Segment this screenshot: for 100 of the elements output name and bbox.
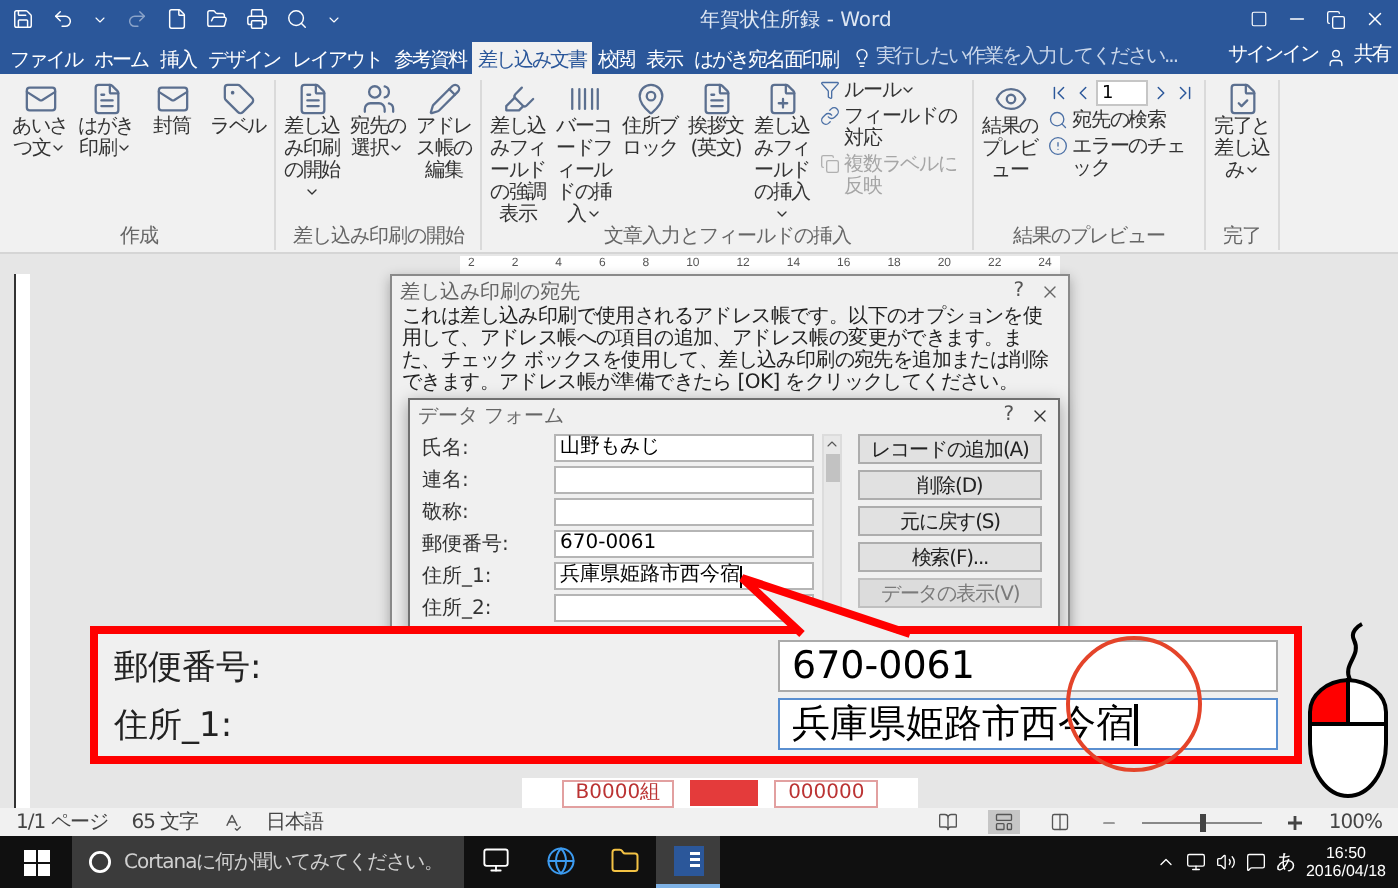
ribbon-button[interactable]: エラーのチェック	[1048, 136, 1192, 180]
ribbon-tab[interactable]: ファイル	[4, 42, 88, 74]
ribbon-button[interactable]: アドレス帳の編集	[412, 80, 476, 226]
ribbon-tab[interactable]: ホーム	[88, 42, 154, 74]
search-field[interactable]: Cortanaに何か聞いてみてください。	[72, 836, 464, 888]
ribbon-button[interactable]: バーコードフィールドの挿入	[552, 80, 616, 226]
pencil-icon	[427, 82, 461, 116]
restore-icon[interactable]	[1326, 9, 1346, 29]
ribbon-tab[interactable]: レイアウト	[286, 42, 388, 74]
ribbon-button[interactable]: はがき印刷	[74, 80, 138, 226]
record-number-field[interactable]: 1	[1096, 80, 1148, 106]
undo-icon[interactable]	[52, 8, 74, 30]
ribbon-button[interactable]: 完了と差し込み	[1210, 80, 1274, 226]
help-button[interactable]: ?	[1013, 280, 1024, 302]
filter-icon	[820, 80, 840, 100]
taskbar-app[interactable]	[656, 836, 720, 888]
pin-icon	[633, 82, 667, 116]
close-icon[interactable]	[1040, 281, 1060, 301]
task-view-icon	[482, 846, 510, 874]
ribbon-button[interactable]: 差し込み印刷の開始	[280, 80, 344, 226]
ribbon-button[interactable]: 封筒	[140, 80, 204, 226]
field-label: 敬称:	[422, 500, 471, 526]
close-icon[interactable]	[1030, 405, 1050, 425]
printer-icon[interactable]	[246, 8, 268, 30]
close-icon[interactable]	[1364, 8, 1386, 30]
last-record-icon[interactable]	[1174, 82, 1196, 104]
text-field[interactable]: 兵庫県姫路市西今宿	[554, 562, 814, 590]
ribbon-button[interactable]: 宛先の選択	[346, 80, 410, 226]
document-icon	[699, 82, 733, 116]
envelope-icon	[155, 82, 189, 116]
search-icon	[1048, 110, 1068, 130]
help-button[interactable]: ?	[1003, 404, 1014, 426]
dialog-button[interactable]: 検索(F)...	[858, 542, 1042, 572]
ribbon-tab[interactable]: 表示	[640, 42, 688, 74]
volume-icon[interactable]	[1215, 852, 1236, 872]
proofing-icon[interactable]	[222, 812, 243, 832]
ribbon-button[interactable]: 挨拶文(英文)	[684, 80, 748, 226]
folder-icon	[609, 845, 639, 875]
ribbon-tab[interactable]: 挿入	[154, 42, 202, 74]
text-field[interactable]	[554, 498, 814, 526]
browser-icon	[545, 845, 575, 875]
word-count: 65 文字	[131, 809, 199, 836]
eye-icon	[993, 82, 1027, 116]
person-icon	[1326, 48, 1346, 68]
slider-thumb[interactable]	[1200, 813, 1207, 831]
ime-indicator[interactable]: あ	[1275, 848, 1296, 876]
document-plus-icon	[765, 82, 799, 116]
ribbon-button[interactable]: 差し込みフィールドの強調表示	[486, 80, 550, 226]
dialog-button[interactable]: 削除(D)	[858, 470, 1042, 500]
ribbon-tab[interactable]: デザイン	[202, 42, 286, 74]
field-label: 住所_1:	[422, 563, 494, 590]
ribbon-tab[interactable]: はがき宛名面印刷	[688, 42, 844, 74]
ribbon-button[interactable]: 結果のプレビュー	[978, 80, 1042, 226]
field-label: 連名:	[422, 467, 471, 494]
clock[interactable]: 16:50 2016/04/18	[1305, 844, 1386, 880]
scrollbar-thumb[interactable]	[825, 454, 839, 482]
ribbon-button[interactable]: 差し込みフィールドの挿入	[750, 80, 814, 226]
ribbon-tab[interactable]: 参考資料	[388, 42, 472, 74]
text-cursor	[1134, 703, 1138, 745]
word-app-icon	[673, 845, 703, 875]
language-label: 日本語	[266, 809, 324, 836]
people-icon	[361, 82, 395, 116]
ribbon-tab[interactable]: 校閲	[592, 42, 640, 74]
zoom-in-icon[interactable]	[1286, 813, 1305, 831]
field-label: 住所_2:	[422, 595, 494, 622]
notification-icon[interactable]	[1245, 852, 1266, 872]
ribbon-display-icon[interactable]	[1250, 10, 1268, 28]
redo-icon[interactable]	[126, 8, 148, 30]
copy-icon	[820, 154, 840, 174]
folder-icon[interactable]	[206, 8, 228, 30]
group-code-text: B0000組	[561, 779, 675, 807]
link-icon	[820, 106, 840, 126]
ribbon-tab[interactable]: 差し込み文書	[472, 42, 592, 74]
stamp-graphic	[690, 780, 759, 806]
dialog-button[interactable]: 元に戻す(S)	[858, 506, 1042, 536]
dialog-button[interactable]: レコードの追加(A)	[858, 434, 1042, 464]
document-icon	[89, 82, 123, 116]
envelope-icon	[23, 82, 57, 116]
save-icon[interactable]	[12, 8, 34, 30]
circle-icon	[88, 850, 112, 874]
ribbon-button[interactable]: 宛先の検索	[1048, 110, 1192, 132]
dialog-description: これは差し込み印刷で使用されるアドレス帳です。以下のオプションを使用して、アドレス帳への項目の追加、アドレス帳の変更ができます。また、チェック ボックスを使用して、差し込み印刷の宛先を追加または削除できます。アドレス帳が準備できたら [OK] をクリックしてください。	[400, 306, 1050, 398]
ribbon-button[interactable]: ラベル	[206, 80, 270, 226]
view-button[interactable]	[988, 810, 1021, 834]
search-icon[interactable]	[286, 8, 308, 30]
sign-in-link[interactable]: サインイン	[1220, 40, 1326, 74]
text-field[interactable]: 670-0061	[554, 530, 814, 558]
network-icon[interactable]	[1185, 852, 1206, 872]
text-field[interactable]	[554, 466, 814, 494]
text-field[interactable]: 山野もみじ	[554, 434, 814, 462]
field-label: 住所_1:	[114, 703, 235, 747]
first-record-icon[interactable]	[1048, 82, 1070, 104]
ribbon-button[interactable]: ルール	[820, 80, 964, 102]
ribbon-button[interactable]: あいさつ文	[8, 80, 72, 226]
ribbon-button[interactable]: フィールドの対応	[820, 106, 964, 150]
ribbon-button[interactable]: 住所ブロック	[618, 80, 682, 226]
group-label: 差し込み印刷の開始	[290, 226, 467, 250]
highlighter-icon	[501, 82, 535, 116]
share-button[interactable]: 共有	[1346, 40, 1398, 74]
new-document-icon[interactable]	[166, 8, 188, 30]
